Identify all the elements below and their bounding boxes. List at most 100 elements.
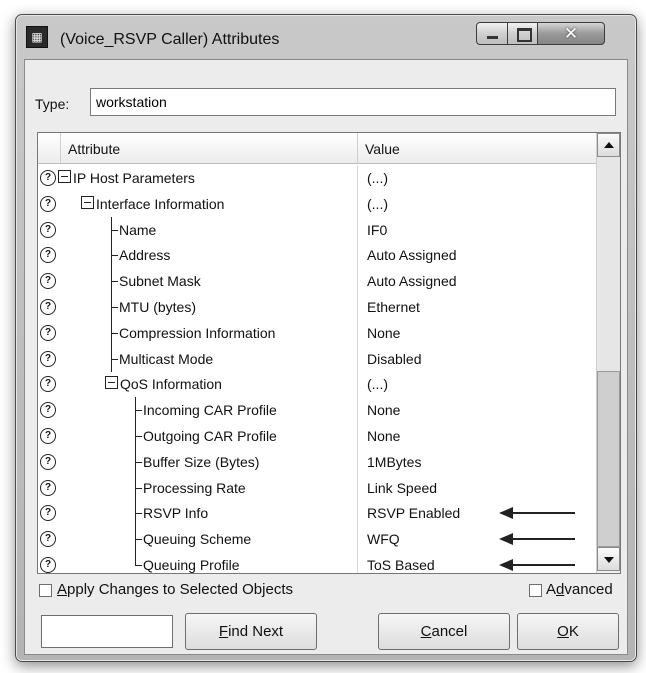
table-row[interactable]: ? QoS Information (...) — [38, 371, 596, 398]
table-row[interactable]: ? Incoming CAR Profile None — [38, 397, 596, 424]
help-icon[interactable]: ? — [40, 376, 56, 393]
attribute-value[interactable]: Ethernet — [367, 299, 420, 315]
scroll-down-button[interactable] — [597, 547, 620, 571]
attribute-value[interactable]: RSVP Enabled — [367, 505, 460, 521]
find-mnemonic: F — [218, 623, 229, 640]
apply-label-text: pply Changes to Selected Objects — [67, 581, 293, 598]
table-row[interactable]: ? RSVP Info RSVP Enabled — [38, 500, 596, 527]
attribute-value[interactable]: Auto Assigned — [367, 247, 457, 263]
app-window-icon: ▦ — [26, 26, 48, 48]
help-icon[interactable]: ? — [40, 221, 56, 238]
advanced-checkbox[interactable] — [529, 584, 542, 597]
help-icon[interactable]: ? — [40, 557, 56, 573]
column-divider — [357, 397, 358, 424]
minimize-button[interactable] — [476, 22, 508, 45]
attribute-value[interactable]: 1MBytes — [367, 454, 421, 470]
attribute-value[interactable]: Disabled — [367, 351, 421, 367]
apply-changes-checkbox[interactable] — [39, 584, 52, 597]
table-row[interactable]: ? Queuing Scheme WFQ — [38, 526, 596, 553]
cancel-label: ancel — [431, 623, 468, 640]
ok-label: K — [568, 623, 579, 640]
left-arrow-icon — [499, 533, 575, 546]
collapse-icon[interactable] — [105, 376, 118, 390]
dialog-body: Type: Attribute Value ? IP Host Parameter… — [24, 59, 628, 655]
tree-branch — [111, 332, 118, 334]
table-row[interactable]: ? Multicast Mode Disabled — [38, 345, 596, 372]
table-row[interactable]: ? Name IF0 — [38, 216, 596, 243]
table-row[interactable]: ? Interface Information (...) — [38, 190, 596, 217]
header-select-column — [38, 133, 61, 163]
attribute-value[interactable]: WFQ — [367, 531, 400, 547]
table-row[interactable]: ? Queuing Profile ToS Based — [38, 552, 596, 573]
tree-line — [135, 552, 136, 565]
column-divider — [357, 216, 358, 243]
table-row[interactable]: ? Buffer Size (Bytes) 1MBytes — [38, 448, 596, 475]
attribute-value[interactable]: None — [367, 325, 400, 341]
header-divider[interactable] — [357, 133, 358, 163]
table-row[interactable]: ? Outgoing CAR Profile None — [38, 423, 596, 449]
scroll-up-button[interactable] — [597, 133, 620, 157]
attribute-name: Processing Rate — [143, 479, 246, 496]
help-icon[interactable]: ? — [40, 350, 56, 367]
attribute-value[interactable]: None — [367, 402, 400, 418]
help-icon[interactable]: ? — [40, 247, 56, 264]
help-icon[interactable]: ? — [40, 479, 56, 496]
ok-button[interactable]: OK — [517, 613, 619, 650]
type-label: Type: — [35, 96, 70, 112]
column-divider — [357, 345, 358, 372]
type-field[interactable] — [90, 88, 616, 116]
tree-branch — [135, 410, 142, 412]
tree-branch — [111, 307, 118, 308]
table-row[interactable]: ? Address Auto Assigned — [38, 242, 596, 269]
scroll-track[interactable] — [597, 157, 620, 371]
help-icon[interactable]: ? — [40, 170, 56, 186]
collapse-icon[interactable] — [58, 170, 71, 183]
scroll-thumb[interactable] — [597, 371, 620, 547]
attribute-value[interactable]: Link Speed — [367, 480, 437, 496]
help-icon[interactable]: ? — [40, 324, 56, 341]
table-row[interactable]: ? IP Host Parameters (...) — [38, 165, 596, 191]
help-icon[interactable]: ? — [40, 195, 56, 212]
cancel-button[interactable]: Cancel — [378, 613, 510, 650]
apply-changes-label[interactable]: Apply Changes to Selected Objects — [57, 581, 293, 598]
table-row[interactable]: ? Compression Information None — [38, 319, 596, 346]
help-icon[interactable]: ? — [40, 428, 56, 444]
maximize-button[interactable] — [507, 22, 538, 45]
close-button[interactable]: ✕ — [537, 22, 605, 45]
advanced-label[interactable]: Advanced — [546, 581, 613, 598]
find-label: ind Next — [228, 623, 284, 640]
table-row[interactable]: ? MTU (bytes) Ethernet — [38, 294, 596, 320]
column-divider — [357, 371, 358, 398]
attribute-value[interactable]: (...) — [367, 170, 388, 186]
vertical-scrollbar[interactable] — [596, 133, 620, 573]
apply-mnemonic: A — [57, 581, 68, 598]
header-attribute[interactable]: Attribute — [68, 141, 120, 157]
table-row[interactable]: ? Subnet Mask Auto Assigned — [38, 268, 596, 295]
help-icon[interactable]: ? — [40, 453, 56, 470]
attribute-name: RSVP Info — [143, 505, 209, 522]
attribute-value[interactable]: (...) — [367, 196, 388, 212]
attribute-value[interactable]: IF0 — [367, 222, 387, 238]
title-bar[interactable]: ▦ (Voice_RSVP Caller) Attributes ✕ — [16, 15, 636, 63]
help-icon[interactable]: ? — [40, 273, 56, 290]
header-value[interactable]: Value — [365, 141, 400, 157]
column-divider — [357, 190, 358, 217]
attribute-name: Compression Information — [119, 324, 276, 341]
find-input[interactable] — [41, 615, 173, 648]
help-icon[interactable]: ? — [40, 299, 56, 315]
attribute-name: MTU (bytes) — [119, 299, 196, 315]
attribute-value[interactable]: ToS Based — [367, 557, 435, 573]
attribute-value[interactable]: None — [367, 428, 400, 444]
help-icon[interactable]: ? — [40, 505, 56, 522]
attribute-name: IP Host Parameters — [73, 170, 195, 186]
attribute-value[interactable]: (...) — [367, 376, 388, 392]
help-icon[interactable]: ? — [40, 402, 56, 419]
left-arrow-icon — [499, 507, 575, 520]
attribute-value[interactable]: Auto Assigned — [367, 273, 457, 289]
column-divider — [357, 294, 358, 320]
collapse-icon[interactable] — [81, 195, 94, 209]
help-icon[interactable]: ? — [40, 531, 56, 548]
column-divider — [357, 242, 358, 269]
table-row[interactable]: ? Processing Rate Link Speed — [38, 474, 596, 501]
find-next-button[interactable]: Find Next — [185, 613, 317, 650]
